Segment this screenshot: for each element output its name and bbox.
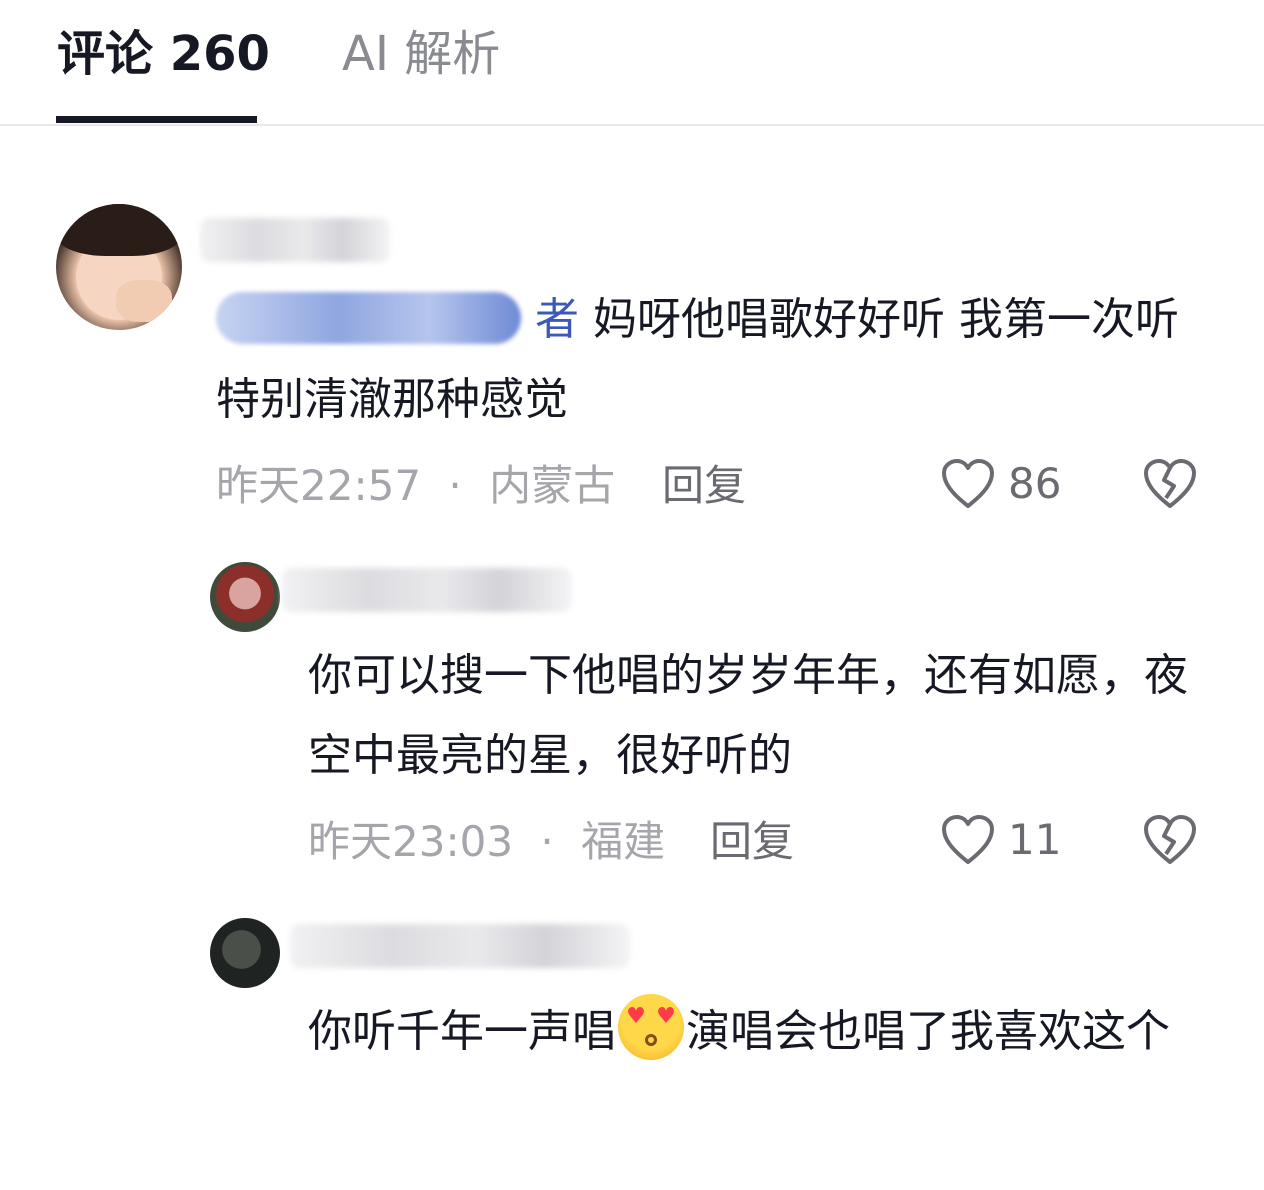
tab-ai-analysis[interactable]: AI 解析 [342,22,500,86]
broken-heart-icon[interactable] [1142,458,1198,510]
username-blurred[interactable] [200,218,390,262]
comment-text: 者妈呀他唱歌好好听 我第一次听 特别清澈那种感觉 [216,292,1179,425]
tab-comments[interactable]: 评论 260 [57,22,270,86]
username-blurred[interactable] [290,924,630,968]
avatar[interactable] [210,562,280,632]
mention-blurred[interactable] [216,292,521,344]
active-tab-indicator [56,116,257,123]
like-count: 11 [1008,815,1062,864]
meta-separator: · [448,461,462,510]
mention-tail[interactable]: 者 [535,294,579,345]
like-count: 86 [1008,459,1062,508]
comment-time: 昨天23:03 [308,817,514,866]
meta-separator: · [540,817,554,866]
like-button[interactable]: 86 [940,456,1061,512]
like-button[interactable]: 11 [940,812,1061,868]
reply-button[interactable]: 回复 [662,458,746,514]
comment-location: 福建 [581,817,666,866]
comment-text: 你可以搜一下他唱的岁岁年年，还有如愿，夜空中最亮的星，很好听的 [308,650,1188,781]
comment-meta: 昨天23:03 · 福建 [308,814,665,870]
broken-heart-icon[interactable] [1142,814,1198,866]
heart-eyes-kiss-emoji: ♥ ♥ [618,994,684,1060]
comment-text: 你听千年一声唱 ♥ ♥ 演唱会也唱了我喜欢这个 [308,992,1208,1072]
comment-time: 昨天22:57 [216,461,422,510]
heart-outline-icon [942,459,994,508]
avatar[interactable] [56,204,182,330]
username-blurred[interactable] [282,568,572,612]
comment-tabs: 评论 260 AI 解析 [0,0,1264,126]
comment-meta: 昨天22:57 · 内蒙古 [216,458,615,514]
heart-outline-icon [942,815,994,864]
reply-button[interactable]: 回复 [710,814,794,870]
comment-location: 内蒙古 [489,461,616,510]
avatar[interactable] [210,918,280,988]
